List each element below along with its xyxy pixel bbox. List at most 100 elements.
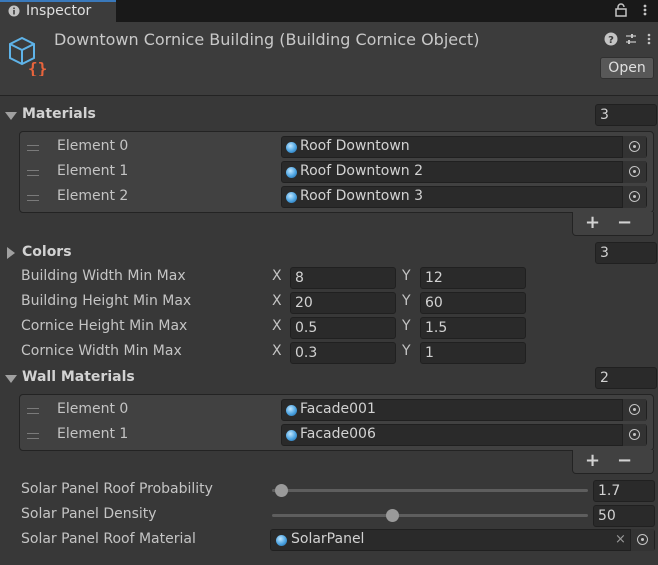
object-field-value: Facade006 [300,426,376,442]
inspector-header: {} Downtown Cornice Building (Building C… [0,22,658,96]
wall-materials-label[interactable]: Wall Materials [22,369,135,385]
drag-handle-icon[interactable] [27,408,39,414]
y-axis-label: Y [402,318,411,334]
y-axis-label: Y [402,268,411,284]
object-picker[interactable] [622,186,646,208]
cornice-height-label: Cornice Height Min Max [21,318,188,334]
solar-probability-label: Solar Panel Roof Probability [21,481,213,497]
cornice-height-min-field[interactable]: 0.5 [290,317,396,339]
more-options-icon[interactable] [644,32,654,46]
object-field[interactable]: Roof Downtown [281,136,647,158]
material-icon [286,142,297,153]
lock-icon[interactable] [614,3,628,17]
wall-materials-list: Element 0 Facade001 Element 1 Facade006 [19,394,654,451]
object-field[interactable]: Facade006 [281,424,647,446]
object-picker[interactable] [622,399,646,421]
list-item-label: Element 2 [57,188,129,204]
materials-list: Element 0 Roof Downtown Element 1 Roof D… [19,131,654,213]
building-width-max-field[interactable]: 12 [420,267,526,289]
object-picker[interactable] [622,424,646,446]
building-height-min-field[interactable]: 20 [290,292,396,314]
list-item-label: Element 1 [57,163,129,179]
clear-icon[interactable]: × [615,532,626,547]
building-width-min-field[interactable]: 8 [290,267,396,289]
object-field[interactable]: Facade001 [281,399,647,421]
material-icon [286,405,297,416]
object-field-value: Roof Downtown 3 [300,188,424,204]
solar-probability-slider[interactable] [272,489,588,492]
materials-label[interactable]: Materials [22,106,96,122]
kebab-menu-icon[interactable] [638,3,652,17]
material-icon [286,167,297,178]
materials-foldout-arrow-icon[interactable] [5,112,17,120]
object-field[interactable]: Roof Downtown 2 [281,161,647,183]
solar-density-slider[interactable] [272,514,588,517]
preset-sliders-icon[interactable] [624,32,638,46]
scriptable-object-icon: {} [9,36,47,76]
tab-label: Inspector [26,3,92,19]
cornice-width-min-field[interactable]: 0.3 [290,342,396,364]
x-axis-label: X [272,318,282,334]
colors-foldout-arrow-icon[interactable] [7,247,15,259]
drag-handle-icon[interactable] [27,433,39,439]
wall-materials-count-field[interactable]: 2 [595,367,657,389]
cornice-width-label: Cornice Width Min Max [21,343,182,359]
remove-element-button[interactable]: − [617,450,632,471]
material-icon [286,430,297,441]
y-axis-label: Y [402,343,411,359]
object-title: Downtown Cornice Building (Building Corn… [54,30,480,49]
material-icon [286,192,297,203]
x-axis-label: X [272,343,282,359]
remove-element-button[interactable]: − [617,212,632,233]
solar-probability-field[interactable]: 1.7 [593,480,655,502]
materials-count-field[interactable]: 3 [595,104,657,126]
wall-materials-list-footer: + − [572,450,654,474]
object-picker[interactable] [630,529,654,551]
svg-text:?: ? [608,35,614,46]
object-picker[interactable] [622,136,646,158]
solar-material-label: Solar Panel Roof Material [21,531,196,547]
help-icon[interactable]: ? [604,32,618,46]
object-picker-dot [633,170,636,173]
object-picker[interactable] [622,161,646,183]
solar-density-field[interactable]: 50 [593,505,655,527]
object-picker-dot [633,195,636,198]
list-item-label: Element 1 [57,426,129,442]
open-button[interactable]: Open [600,57,654,79]
object-picker-dot [633,145,636,148]
solar-material-object-field[interactable]: SolarPanel × [270,529,655,551]
solar-density-label: Solar Panel Density [21,506,157,522]
solar-density-slider-thumb[interactable] [385,509,399,522]
object-field[interactable]: Roof Downtown 3 [281,186,647,208]
colors-count-field[interactable]: 3 [595,242,657,264]
cornice-width-max-field[interactable]: 1 [420,342,526,364]
svg-text:{}: {} [28,59,47,76]
material-icon [276,535,287,546]
list-item-label: Element 0 [57,401,129,417]
y-axis-label: Y [402,293,411,309]
object-field-value: Facade001 [300,401,376,417]
building-height-max-field[interactable]: 60 [420,292,526,314]
x-axis-label: X [272,293,282,309]
drag-handle-icon[interactable] [27,170,39,176]
list-item-label: Element 0 [57,138,129,154]
colors-label[interactable]: Colors [22,244,72,260]
tab-inspector[interactable]: Inspector [0,0,116,22]
object-field-value: Roof Downtown [300,138,410,154]
drag-handle-icon[interactable] [27,195,39,201]
object-picker-dot [633,433,636,436]
materials-list-footer: + − [572,212,654,236]
info-icon [8,5,20,17]
object-field-value: Roof Downtown 2 [300,163,424,179]
add-element-button[interactable]: + [585,450,600,471]
wall-materials-foldout-arrow-icon[interactable] [5,375,17,383]
object-picker-dot [641,538,644,541]
building-height-label: Building Height Min Max [21,293,192,309]
solar-probability-slider-thumb[interactable] [274,484,288,497]
object-picker-dot [633,408,636,411]
object-field-value: SolarPanel [291,531,365,547]
add-element-button[interactable]: + [585,212,600,233]
x-axis-label: X [272,268,282,284]
cornice-height-max-field[interactable]: 1.5 [420,317,526,339]
drag-handle-icon[interactable] [27,145,39,151]
